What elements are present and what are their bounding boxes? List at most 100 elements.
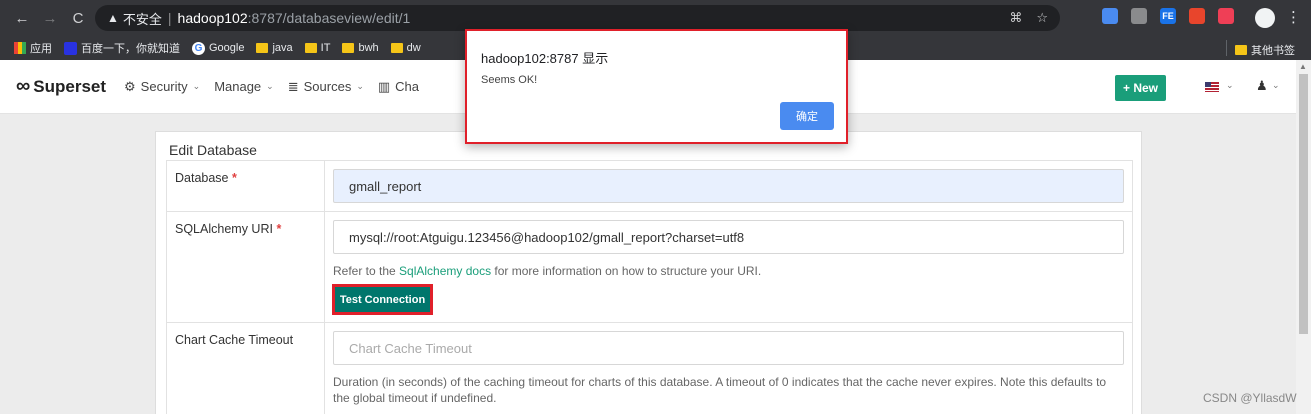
- menu-security[interactable]: ⚙ Security ⌄: [124, 79, 200, 95]
- new-button[interactable]: + New: [1115, 75, 1166, 101]
- shield-ext-icon[interactable]: [1131, 8, 1147, 24]
- bookmark-it[interactable]: IT: [304, 42, 331, 54]
- bookmark-label: 应用: [30, 43, 52, 55]
- brand[interactable]: ∞ Superset: [16, 75, 106, 98]
- page-scrollbar[interactable]: ▲: [1296, 60, 1311, 414]
- url-path: :8787/databaseview/edit/1: [247, 10, 411, 26]
- sqlalchemy-docs-link[interactable]: SqlAlchemy docs: [399, 264, 491, 278]
- bookmark-label: Google: [209, 42, 245, 54]
- required-marker: *: [232, 171, 237, 185]
- alert-dialog: hadoop102:8787 显示 Seems OK! 确定: [465, 29, 848, 144]
- bookmark-java[interactable]: java: [256, 42, 293, 54]
- menu-charts[interactable]: ▥ Cha: [378, 79, 419, 95]
- baidu-icon: [64, 41, 77, 55]
- menu-label: Manage: [214, 79, 262, 94]
- superset-logo-icon: ∞: [16, 75, 30, 97]
- profile-avatar[interactable]: [1255, 8, 1275, 28]
- other-bookmarks-label: 其他书签: [1251, 45, 1295, 57]
- warning-icon: ▲: [107, 11, 119, 25]
- apps-grid-icon: [14, 42, 26, 54]
- bookmark-bwh[interactable]: bwh: [342, 42, 379, 54]
- us-flag-icon[interactable]: [1205, 82, 1219, 92]
- back-arrow-icon[interactable]: ←: [8, 10, 36, 27]
- pocket-ext-icon[interactable]: [1218, 8, 1234, 24]
- database-icon: ≣: [287, 78, 299, 94]
- dialog-ok-button[interactable]: 确定: [780, 102, 834, 130]
- translate-ext-icon[interactable]: [1102, 8, 1118, 24]
- cache-timeout-input[interactable]: Chart Cache Timeout: [333, 331, 1124, 365]
- panel-title: Edit Database: [169, 142, 257, 158]
- gears-icon: ⚙: [124, 78, 136, 94]
- folder-icon: [304, 43, 317, 53]
- bookmark-baidu[interactable]: 百度一下，你就知道: [64, 40, 180, 56]
- brand-name: Superset: [33, 76, 107, 96]
- bookmark-google[interactable]: G Google: [192, 41, 245, 55]
- bookmark-label: dw: [406, 42, 421, 54]
- translate-icon[interactable]: ⌘: [1009, 10, 1022, 26]
- chevron-down-icon[interactable]: ⌄: [1226, 80, 1234, 91]
- chrome-menu-icon[interactable]: ⋮: [1286, 8, 1301, 26]
- edit-database-panel: Edit Database Database * gmall_report SQ…: [155, 131, 1142, 414]
- uri-help-prefix: Refer to the: [333, 264, 400, 278]
- database-label: Database *: [167, 161, 325, 211]
- url-host: hadoop102: [177, 10, 248, 26]
- uri-input[interactable]: mysql://root:Atguigu.123456@hadoop102/gm…: [333, 220, 1124, 254]
- uri-help: Refer to the SqlAlchemy docs for more in…: [333, 263, 1124, 279]
- chevron-down-icon: ⌄: [192, 81, 201, 91]
- menu-label: Cha: [395, 79, 420, 94]
- bar-chart-icon: ▥: [377, 78, 391, 94]
- user-icon[interactable]: ♟: [1256, 78, 1268, 94]
- database-input[interactable]: gmall_report: [333, 169, 1124, 203]
- bookmarks-divider: [1226, 40, 1227, 56]
- uri-field-cell: mysql://root:Atguigu.123456@hadoop102/gm…: [325, 212, 1132, 322]
- scroll-thumb[interactable]: [1299, 74, 1308, 334]
- bookmark-label: IT: [320, 42, 331, 54]
- folder-icon: [390, 43, 403, 53]
- chevron-down-icon: ⌄: [266, 81, 274, 91]
- bookmark-label: java: [272, 42, 293, 54]
- bookmark-label: 百度一下，你就知道: [81, 43, 180, 55]
- folder-icon: [342, 43, 355, 53]
- address-bar[interactable]: ▲ 不安全 | hadoop102 :8787/databaseview/edi…: [95, 5, 1060, 31]
- cache-label: Chart Cache Timeout: [167, 323, 325, 414]
- reload-icon[interactable]: C: [64, 10, 92, 27]
- bookmark-label: bwh: [358, 42, 379, 54]
- menu-sources[interactable]: ≣ Sources ⌄: [288, 79, 364, 95]
- uri-help-suffix: for more information on how to structure…: [491, 264, 762, 278]
- menu-manage[interactable]: Manage ⌄: [214, 79, 274, 94]
- omnibox-separator: |: [167, 10, 172, 26]
- folder-icon: [1235, 45, 1247, 55]
- extension-icons: FE: [1102, 8, 1234, 24]
- security-label: 不安全: [122, 11, 162, 27]
- cache-row: Chart Cache Timeout Chart Cache Timeout …: [167, 323, 1132, 414]
- test-connection-button[interactable]: Test Connection: [332, 284, 433, 315]
- dialog-message: Seems OK!: [481, 74, 538, 86]
- dialog-title: hadoop102:8787 显示: [481, 51, 609, 66]
- menu-label: Security: [140, 79, 188, 94]
- cache-field-cell: Chart Cache Timeout Duration (in seconds…: [325, 323, 1132, 414]
- forward-arrow-icon[interactable]: →: [36, 10, 64, 27]
- main-menu: ⚙ Security ⌄ Manage ⌄ ≣ Sources ⌄ ▥ Cha: [124, 79, 419, 95]
- red-ext-icon[interactable]: [1189, 8, 1205, 24]
- bookmark-apps[interactable]: 应用: [14, 40, 52, 56]
- menu-label: Sources: [303, 79, 352, 94]
- uri-label-text: SQLAlchemy URI: [175, 222, 273, 236]
- google-icon: G: [192, 41, 205, 55]
- database-field-cell: gmall_report: [325, 161, 1132, 211]
- database-label-text: Database: [175, 171, 229, 185]
- bookmark-star-icon[interactable]: ☆: [1036, 10, 1048, 26]
- other-bookmarks[interactable]: 其他书签: [1235, 42, 1295, 58]
- fe-ext-icon[interactable]: FE: [1160, 8, 1176, 24]
- watermark: CSDN @YllasdW: [1203, 391, 1297, 405]
- uri-label: SQLAlchemy URI *: [167, 212, 325, 322]
- chevron-down-icon[interactable]: ⌄: [1272, 80, 1280, 91]
- edit-form: Database * gmall_report SQLAlchemy URI *…: [166, 160, 1133, 414]
- uri-row: SQLAlchemy URI * mysql://root:Atguigu.12…: [167, 212, 1132, 323]
- chevron-down-icon: ⌄: [356, 81, 364, 91]
- bookmark-dw[interactable]: dw: [390, 42, 421, 54]
- cache-help: Duration (in seconds) of the caching tim…: [333, 375, 1107, 405]
- scroll-up-icon[interactable]: ▲: [1299, 62, 1307, 71]
- database-row: Database * gmall_report: [167, 161, 1132, 212]
- required-marker: *: [276, 222, 282, 236]
- folder-icon: [256, 43, 269, 53]
